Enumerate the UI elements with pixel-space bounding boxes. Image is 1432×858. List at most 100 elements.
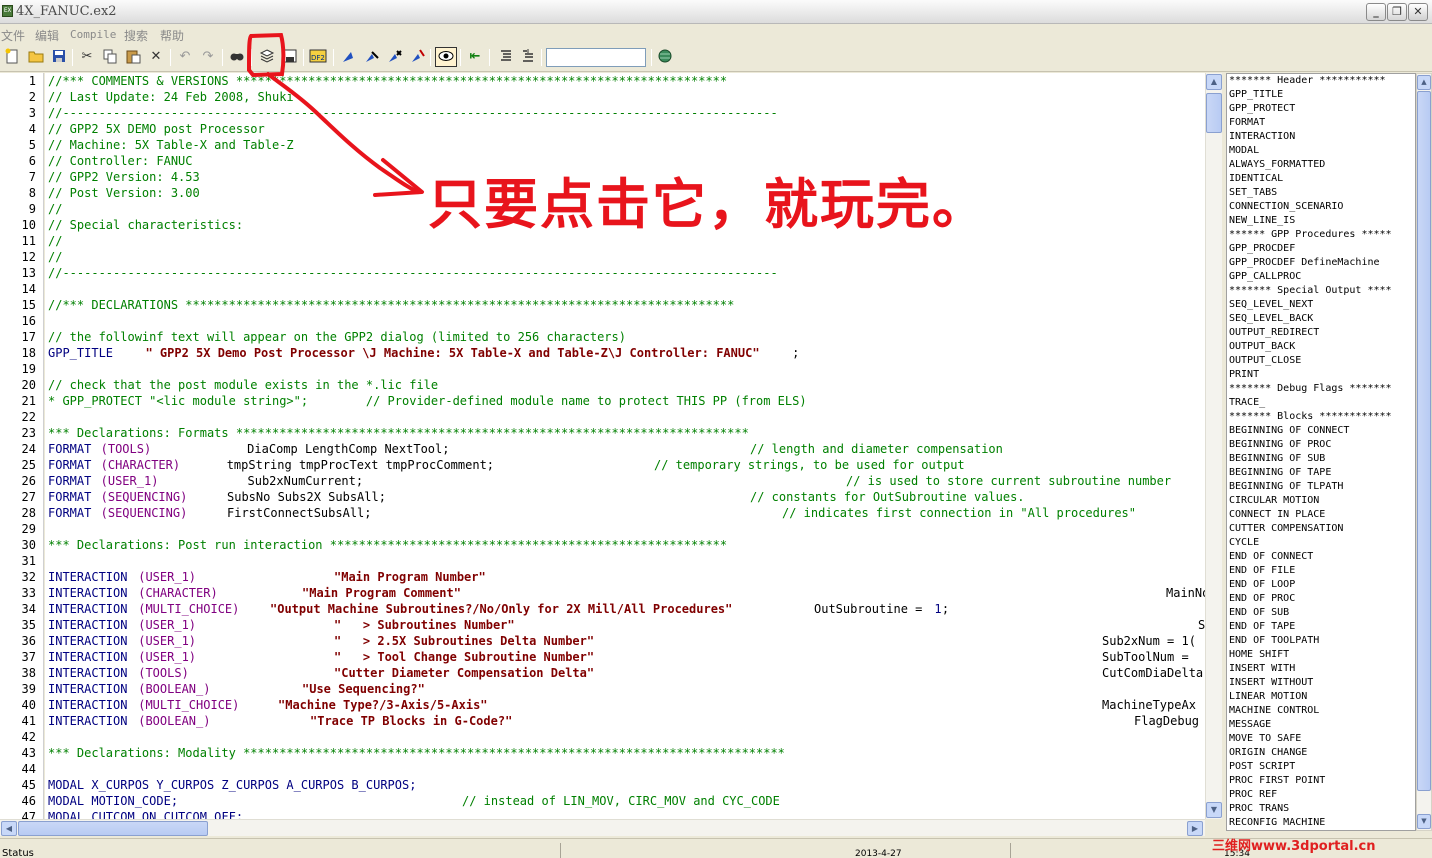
keyword-item[interactable]: BEGINNING OF TAPE <box>1227 466 1415 480</box>
keyword-item[interactable]: END OF TAPE <box>1227 620 1415 634</box>
keyword-item[interactable]: BEGINNING OF SUB <box>1227 452 1415 466</box>
keyword-item[interactable]: END OF FILE <box>1227 564 1415 578</box>
keyword-item[interactable]: CONNECTION_SCENARIO <box>1227 200 1415 214</box>
keyword-item[interactable]: ALWAYS_FORMATTED <box>1227 158 1415 172</box>
new-file-icon[interactable] <box>3 48 21 66</box>
keyword-item[interactable]: MODAL <box>1227 144 1415 158</box>
keyword-item[interactable]: SEQ_LEVEL_NEXT <box>1227 298 1415 312</box>
cut-icon[interactable]: ✂ <box>78 48 96 66</box>
keyword-item[interactable]: ORIGIN CHANGE <box>1227 746 1415 760</box>
scroll-thumb[interactable] <box>1206 93 1222 133</box>
scroll-down-icon[interactable]: ▼ <box>1206 802 1222 818</box>
minimize-button[interactable]: _ <box>1366 3 1386 21</box>
keyword-item[interactable]: INSERT WITH <box>1227 662 1415 676</box>
keyword-item[interactable]: END OF TOOLPATH <box>1227 634 1415 648</box>
keyword-item[interactable]: BEGINNING OF TLPATH <box>1227 480 1415 494</box>
editor-vertical-scrollbar[interactable]: ▲ ▼ <box>1205 73 1222 819</box>
keyword-item[interactable]: ******* Special Output **** <box>1227 284 1415 298</box>
scroll-down-icon[interactable]: ▼ <box>1417 814 1431 829</box>
editor-horizontal-scrollbar[interactable]: ◀ ▶ <box>0 819 1205 836</box>
keyword-item[interactable]: PROC REF <box>1227 788 1415 802</box>
restore-button[interactable]: ❐ <box>1387 3 1407 21</box>
spark-icon[interactable] <box>386 48 404 66</box>
open-folder-icon[interactable] <box>27 48 45 66</box>
redo-icon[interactable]: ↷ <box>199 48 217 66</box>
properties-icon[interactable] <box>519 48 537 66</box>
scroll-left-icon[interactable]: ◀ <box>1 821 17 836</box>
keyword-item[interactable]: RECONFIG MACHINE <box>1227 816 1415 830</box>
keyword-item[interactable]: PROC TRANS <box>1227 802 1415 816</box>
keyword-item[interactable]: GPP_PROTECT <box>1227 102 1415 116</box>
keyword-item[interactable]: PROC FIRST POINT <box>1227 774 1415 788</box>
green-arrow-icon[interactable]: ⇤ <box>466 48 484 66</box>
scroll-up-icon[interactable]: ▲ <box>1417 75 1431 90</box>
keyword-panel-scrollbar[interactable]: ▲ ▼ <box>1416 73 1432 831</box>
keyword-item[interactable]: CIRCULAR MOTION <box>1227 494 1415 508</box>
outline-icon[interactable] <box>497 48 515 66</box>
keyword-item[interactable]: HOME SHIFT <box>1227 648 1415 662</box>
keyword-item[interactable]: END OF PROC <box>1227 592 1415 606</box>
keyword-item[interactable]: ******* Header *********** <box>1227 74 1415 88</box>
keyword-item[interactable]: CYCLE <box>1227 536 1415 550</box>
copy-icon[interactable] <box>101 48 119 66</box>
blue-arrow-icon[interactable] <box>340 48 358 66</box>
undo-icon[interactable]: ↶ <box>176 48 194 66</box>
paste-icon[interactable] <box>124 48 142 66</box>
scroll-thumb[interactable] <box>1417 91 1431 791</box>
globe-icon[interactable] <box>656 48 674 66</box>
convert-icon[interactable]: DF2 <box>309 48 327 66</box>
menu-compile[interactable]: Compile <box>70 28 116 41</box>
keyword-item[interactable]: BEGINNING OF CONNECT <box>1227 424 1415 438</box>
scroll-right-icon[interactable]: ▶ <box>1187 821 1203 836</box>
keyword-item[interactable]: END OF SUB <box>1227 606 1415 620</box>
keyword-item[interactable]: GPP_PROCDEF DefineMachine <box>1227 256 1415 270</box>
menu-search[interactable]: 搜索 <box>124 27 148 44</box>
scroll-thumb[interactable] <box>18 821 208 836</box>
keyword-item[interactable]: INSERT WITHOUT <box>1227 676 1415 690</box>
find-icon[interactable] <box>228 48 246 66</box>
keyword-item[interactable]: MACHINE CONTROL <box>1227 704 1415 718</box>
keyword-item[interactable]: ******* Blocks ************ <box>1227 410 1415 424</box>
keyword-item[interactable]: IDENTICAL <box>1227 172 1415 186</box>
eye-icon[interactable] <box>435 47 457 67</box>
toolbar-search-input[interactable] <box>546 48 646 67</box>
keyword-item[interactable]: ****** GPP Procedures ***** <box>1227 228 1415 242</box>
run-icon[interactable] <box>409 48 427 66</box>
keyword-item[interactable]: TRACE_ <box>1227 396 1415 410</box>
keyword-item[interactable]: NEW_LINE_IS <box>1227 214 1415 228</box>
keyword-item[interactable]: FORMAT <box>1227 116 1415 130</box>
keyword-item[interactable]: OUTPUT_BACK <box>1227 340 1415 354</box>
keyword-item[interactable]: ******* Debug Flags ******* <box>1227 382 1415 396</box>
code-line: //*** DECLARATIONS *********************… <box>45 297 1205 313</box>
keyword-item[interactable]: SEQ_LEVEL_BACK <box>1227 312 1415 326</box>
close-button[interactable]: ✕ <box>1408 3 1428 21</box>
keyword-item[interactable]: CUTTER COMPENSATION <box>1227 522 1415 536</box>
menu-file[interactable]: 文件 <box>1 27 25 44</box>
scroll-up-icon[interactable]: ▲ <box>1206 74 1222 90</box>
keyword-item[interactable]: GPP_CALLPROC <box>1227 270 1415 284</box>
save-icon[interactable] <box>50 48 68 66</box>
layer-stack-icon[interactable] <box>258 48 276 66</box>
keyword-item[interactable]: END OF LOOP <box>1227 578 1415 592</box>
delete-icon[interactable]: ✕ <box>147 48 165 66</box>
keyword-item[interactable]: MESSAGE <box>1227 718 1415 732</box>
keyword-item[interactable]: LINEAR MOTION <box>1227 690 1415 704</box>
keyword-item[interactable]: GPP_PROCDEF <box>1227 242 1415 256</box>
keyword-item[interactable]: GPP_TITLE <box>1227 88 1415 102</box>
keyword-item[interactable]: BEGINNING OF PROC <box>1227 438 1415 452</box>
keyword-item[interactable]: CONNECT IN PLACE <box>1227 508 1415 522</box>
keyword-item[interactable]: MOVE TO SAFE <box>1227 732 1415 746</box>
save-as-icon[interactable] <box>281 48 299 66</box>
menu-help[interactable]: 帮助 <box>160 27 184 44</box>
code-line: // the followinf text will appear on the… <box>45 329 1205 345</box>
keyword-item[interactable]: PRINT <box>1227 368 1415 382</box>
keyword-item[interactable]: END OF CONNECT <box>1227 550 1415 564</box>
keyword-item[interactable]: OUTPUT_CLOSE <box>1227 354 1415 368</box>
keyword-item[interactable]: SET_TABS <box>1227 186 1415 200</box>
keyword-item[interactable]: OUTPUT_REDIRECT <box>1227 326 1415 340</box>
code-token: // check that the post module exists in … <box>48 378 439 392</box>
scissors-arrow-icon[interactable] <box>363 48 381 66</box>
keyword-item[interactable]: POST SCRIPT <box>1227 760 1415 774</box>
menu-edit[interactable]: 编辑 <box>35 27 59 44</box>
keyword-item[interactable]: INTERACTION <box>1227 130 1415 144</box>
